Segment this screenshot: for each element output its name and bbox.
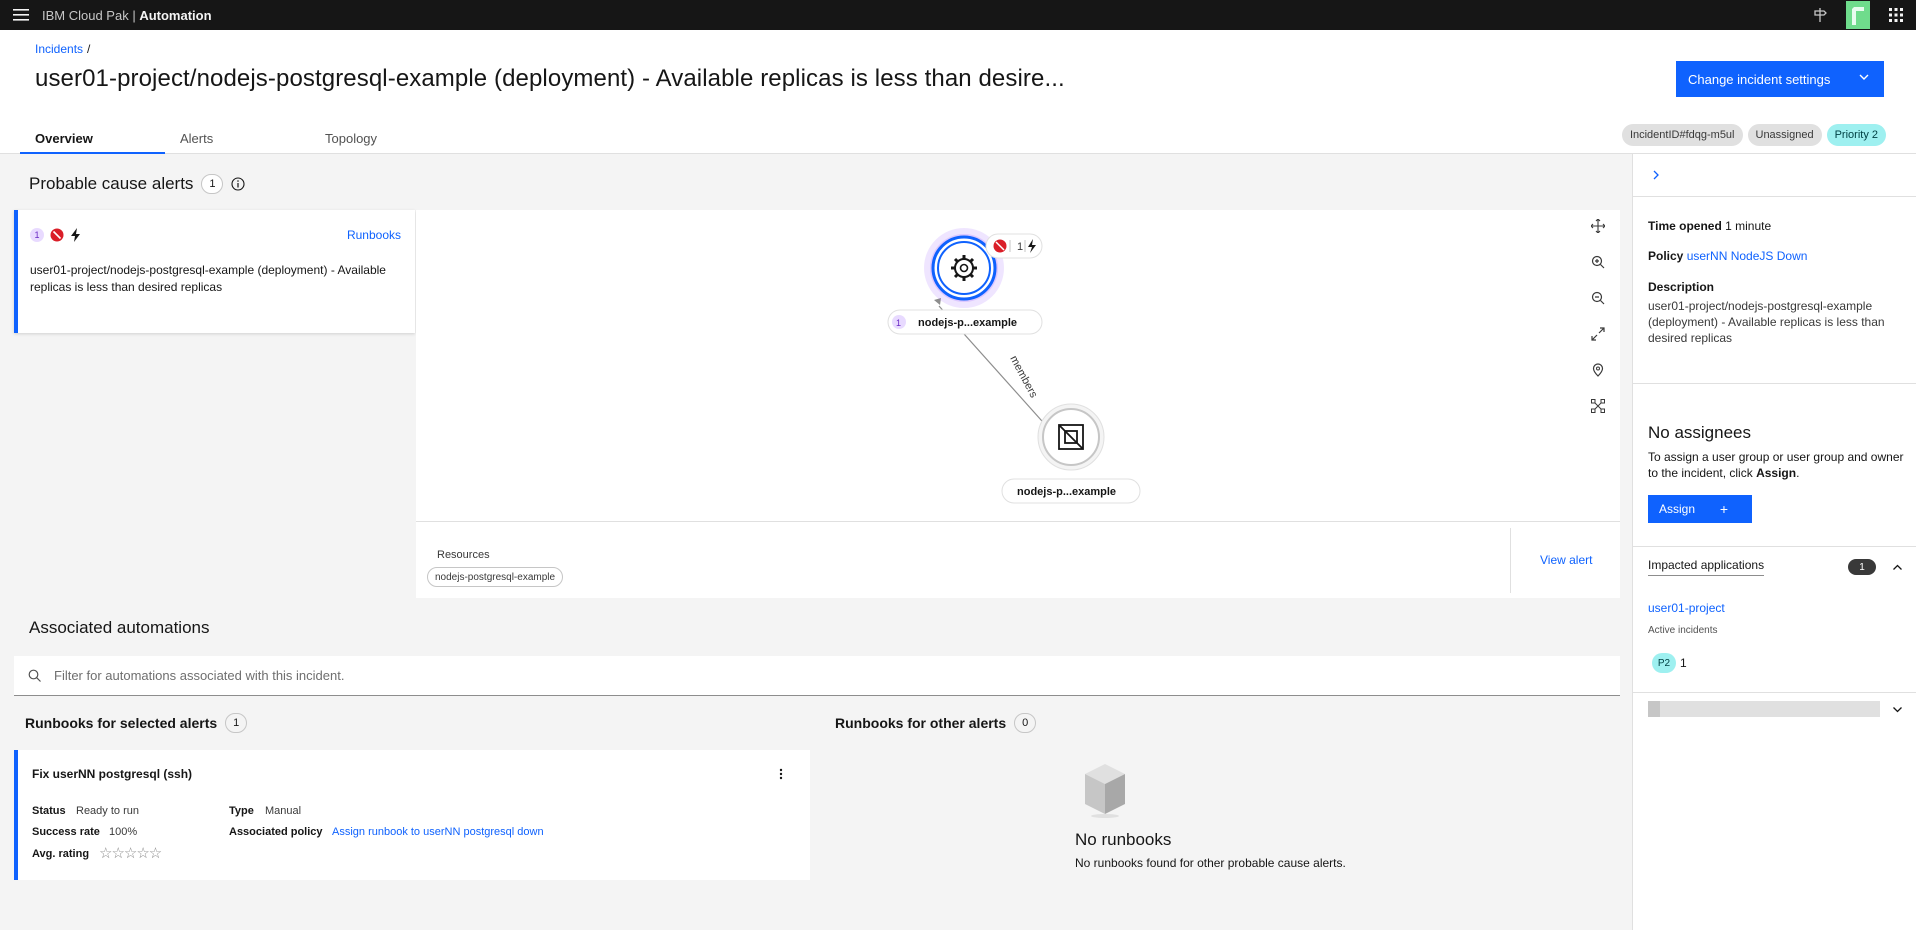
rating-stars[interactable]: ☆☆☆☆☆ (99, 844, 162, 862)
chevron-up-icon[interactable] (1889, 559, 1905, 575)
associated-policy-link[interactable]: Assign runbook to userNN postgresql down (332, 826, 544, 838)
avatar[interactable] (1840, 0, 1876, 30)
runbooks-other-count: 0 (1014, 713, 1037, 733)
active-incidents-label: Active incidents (1648, 625, 1718, 636)
priority-tag: Priority 2 (1826, 124, 1886, 146)
associated-automations-heading: Associated automations (29, 618, 210, 637)
runbook-card[interactable]: Fix userNN postgresql (ssh) Status Ready… (14, 750, 810, 880)
runbooks-other-heading: Runbooks for other alerts 0 (835, 713, 1037, 733)
probable-cause-alert-card[interactable]: 1 Runbooks user01-project/nodejs-postgre… (14, 210, 415, 333)
assignees-help-text: To assign a user group or user group and… (1648, 450, 1904, 480)
impacted-applications-count: 1 (1848, 559, 1876, 575)
resources-panel: Resources nodejs-postgresql-example View… (416, 521, 1620, 598)
search-icon (28, 669, 41, 682)
topology-layout-icon[interactable] (1588, 396, 1608, 416)
automation-filter-placeholder: Filter for automations associated with t… (54, 668, 345, 683)
priority-p2-tag: P2 (1652, 653, 1676, 673)
breadcrumb: Incidents / (35, 42, 91, 56)
breadcrumb-incidents-link[interactable]: Incidents (35, 42, 83, 56)
status-label: Status (32, 805, 66, 817)
probable-cause-count: 1 (201, 174, 224, 194)
incident-details-panel: Time opened 1 minute Policy userNN NodeJ… (1632, 154, 1916, 930)
assignee-tag: Unassigned (1747, 124, 1822, 146)
assign-button[interactable]: Assign + (1648, 495, 1752, 523)
add-icon: + (1719, 501, 1728, 517)
tab-alerts[interactable]: Alerts (165, 122, 310, 154)
chevron-down-icon[interactable] (1889, 701, 1905, 717)
no-assignees-title: No assignees (1648, 423, 1752, 442)
tab-overview[interactable]: Overview (20, 122, 165, 154)
app-switcher-icon[interactable] (1876, 0, 1916, 30)
incident-id-tag: IncidentID#fdqg-m5ul (1621, 124, 1743, 146)
associated-policy-label: Associated policy (229, 826, 323, 838)
probable-cause-heading: Probable cause alerts 1 (29, 174, 245, 194)
node-label: nodejs-p...example (1017, 486, 1116, 498)
node-alert-count: 1 (1017, 241, 1023, 253)
runbook-name[interactable]: Fix userNN postgresql (ssh) (32, 767, 192, 781)
node-badge: 1 (896, 318, 901, 328)
description-label: Description (1648, 280, 1715, 294)
main-content: Probable cause alerts 1 1 Runbooks user0… (0, 154, 1632, 930)
view-alert-link[interactable]: View alert (1540, 553, 1592, 567)
topology-canvas: members 1 1 nodejs-p...example nodejs-p.… (887, 228, 1141, 504)
empty-state-text: No runbooks found for other probable cau… (1075, 856, 1346, 870)
zoom-out-icon[interactable] (1588, 288, 1608, 308)
tab-topology[interactable]: Topology (310, 122, 455, 154)
empty-box-icon (1081, 762, 1129, 818)
node-label: nodejs-p...example (918, 317, 1017, 329)
incident-header: Incidents / user01-project/nodejs-postgre… (0, 30, 1916, 154)
edge-label: members (1007, 354, 1039, 401)
type-value: Manual (265, 805, 302, 817)
move-icon[interactable] (1588, 216, 1608, 236)
avg-rating-label: Avg. rating (32, 848, 90, 860)
success-rate-label: Success rate (32, 826, 100, 838)
status-value: Ready to run (76, 805, 139, 817)
chevron-down-icon (1858, 71, 1870, 86)
fit-to-screen-icon[interactable] (1588, 324, 1608, 344)
change-incident-settings-button[interactable]: Change incident settings (1676, 61, 1884, 97)
policy-row: Policy userNN NodeJS Down (1648, 249, 1808, 263)
active-incident-count: 1 (1680, 656, 1687, 670)
resources-label: Resources (437, 549, 490, 561)
empty-state-title: No runbooks (1075, 830, 1172, 849)
runbooks-selected-heading: Runbooks for selected alerts 1 (25, 713, 248, 733)
zoom-in-icon[interactable] (1588, 252, 1608, 272)
runbooks-selected-count: 1 (225, 713, 248, 733)
topology-view: members 1 1 nodejs-p...example nodejs-p.… (416, 210, 1620, 521)
impacted-applications-heading[interactable]: Impacted applications (1648, 558, 1765, 576)
time-opened: Time opened 1 minute (1648, 219, 1772, 233)
application-link[interactable]: user01-project (1648, 601, 1725, 615)
critical-severity-icon (50, 228, 64, 242)
tab-list: Overview Alerts Topology (20, 122, 455, 154)
product-name[interactable]: IBM Cloud Pak | Automation (42, 8, 212, 23)
alert-description: user01-project/nodejs-postgresql-example… (30, 263, 386, 294)
lightning-icon (70, 228, 82, 242)
overflow-menu-icon[interactable] (774, 766, 788, 782)
resource-tag[interactable]: nodejs-postgresql-example (427, 567, 564, 587)
description-value: user01-project/nodejs-postgresql-example… (1648, 299, 1885, 345)
alert-count-badge: 1 (30, 228, 44, 242)
location-icon[interactable] (1588, 360, 1608, 380)
success-rate-value: 100% (109, 826, 138, 838)
chevron-right-icon[interactable] (1647, 166, 1665, 184)
page-title: user01-project/nodejs-postgresql-example… (35, 65, 1065, 92)
incident-tags: IncidentID#fdqg-m5ul Unassigned Priority… (1621, 124, 1886, 146)
hamburger-menu-icon[interactable] (0, 0, 42, 30)
top-nav-bar: IBM Cloud Pak | Automation (0, 0, 1916, 30)
info-icon[interactable] (231, 177, 245, 191)
signpost-icon[interactable] (1800, 0, 1840, 30)
loading-skeleton (1648, 701, 1880, 717)
policy-link[interactable]: userNN NodeJS Down (1687, 249, 1808, 263)
type-label: Type (229, 805, 254, 817)
runbooks-link[interactable]: Runbooks (347, 228, 401, 242)
automation-filter-field[interactable]: Filter for automations associated with t… (14, 656, 1620, 696)
